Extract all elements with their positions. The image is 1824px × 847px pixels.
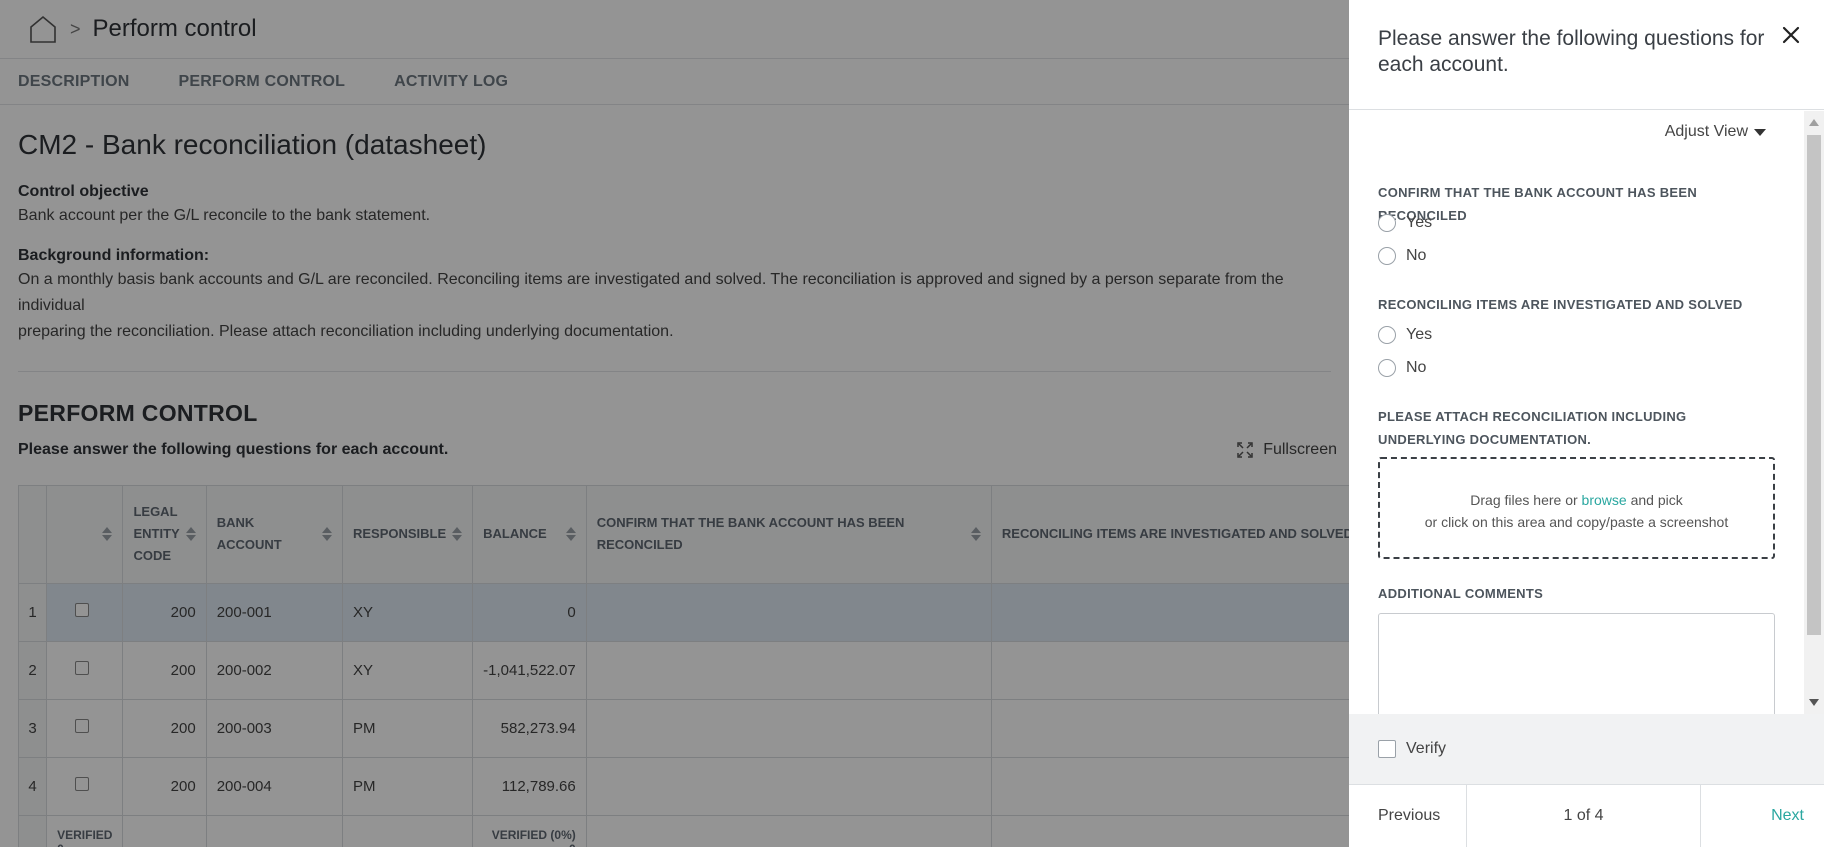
q2-yes-option[interactable]: Yes bbox=[1378, 326, 1432, 344]
radio-button[interactable] bbox=[1378, 326, 1396, 344]
q2-yes-label: Yes bbox=[1406, 326, 1433, 343]
record-counter: 1 of 4 bbox=[1467, 785, 1701, 847]
panel-body: Adjust View CONFIRM THAT THE BANK ACCOUN… bbox=[1349, 111, 1824, 714]
q1-no-option[interactable]: No bbox=[1378, 247, 1426, 265]
dropzone-text-1: Drag files here or bbox=[1470, 492, 1578, 508]
adjust-view-label: Adjust View bbox=[1664, 123, 1748, 140]
scroll-down-arrow-icon[interactable] bbox=[1809, 699, 1819, 706]
dropzone-text-2: and pick bbox=[1630, 492, 1683, 508]
comments-textarea[interactable] bbox=[1378, 613, 1775, 714]
comments-label: ADDITIONAL COMMENTS bbox=[1378, 586, 1544, 601]
q1-no-label: No bbox=[1406, 247, 1427, 264]
verify-bar: Verify bbox=[1349, 714, 1824, 785]
q1-yes-option[interactable]: Yes bbox=[1378, 214, 1432, 232]
panel-footer-nav: Previous 1 of 4 Next bbox=[1349, 785, 1824, 847]
panel-header: Please answer the following questions fo… bbox=[1349, 0, 1824, 110]
attach-label: PLEASE ATTACH RECONCILIATION INCLUDING U… bbox=[1378, 409, 1687, 447]
radio-button[interactable] bbox=[1378, 359, 1396, 377]
adjust-view-dropdown[interactable]: Adjust View bbox=[1665, 123, 1766, 141]
browse-link[interactable]: browse bbox=[1582, 492, 1627, 508]
radio-button[interactable] bbox=[1378, 214, 1396, 232]
verify-label: Verify bbox=[1406, 740, 1447, 757]
close-icon[interactable] bbox=[1780, 24, 1802, 46]
panel-scrollbar[interactable] bbox=[1804, 111, 1824, 714]
caret-down-icon bbox=[1754, 128, 1766, 136]
q2-no-label: No bbox=[1406, 359, 1427, 376]
next-button[interactable]: Next bbox=[1701, 785, 1824, 847]
scroll-thumb[interactable] bbox=[1807, 135, 1821, 635]
modal-backdrop[interactable] bbox=[0, 0, 1349, 847]
previous-button[interactable]: Previous bbox=[1349, 785, 1467, 847]
radio-button[interactable] bbox=[1378, 247, 1396, 265]
panel-title: Please answer the following questions fo… bbox=[1378, 27, 1765, 76]
scroll-up-arrow-icon[interactable] bbox=[1809, 119, 1819, 126]
dropzone-text-3: or click on this area and copy/paste a s… bbox=[1424, 514, 1729, 530]
q1-yes-label: Yes bbox=[1406, 214, 1433, 231]
q2-label: RECONCILING ITEMS ARE INVESTIGATED AND S… bbox=[1378, 297, 1743, 312]
answer-panel: Please answer the following questions fo… bbox=[1349, 0, 1824, 847]
file-dropzone[interactable]: Drag files here or browse and pick or cl… bbox=[1378, 457, 1775, 559]
q1-label: CONFIRM THAT THE BANK ACCOUNT HAS BEEN R… bbox=[1378, 185, 1698, 223]
verify-checkbox[interactable] bbox=[1378, 740, 1396, 758]
q2-no-option[interactable]: No bbox=[1378, 359, 1426, 377]
